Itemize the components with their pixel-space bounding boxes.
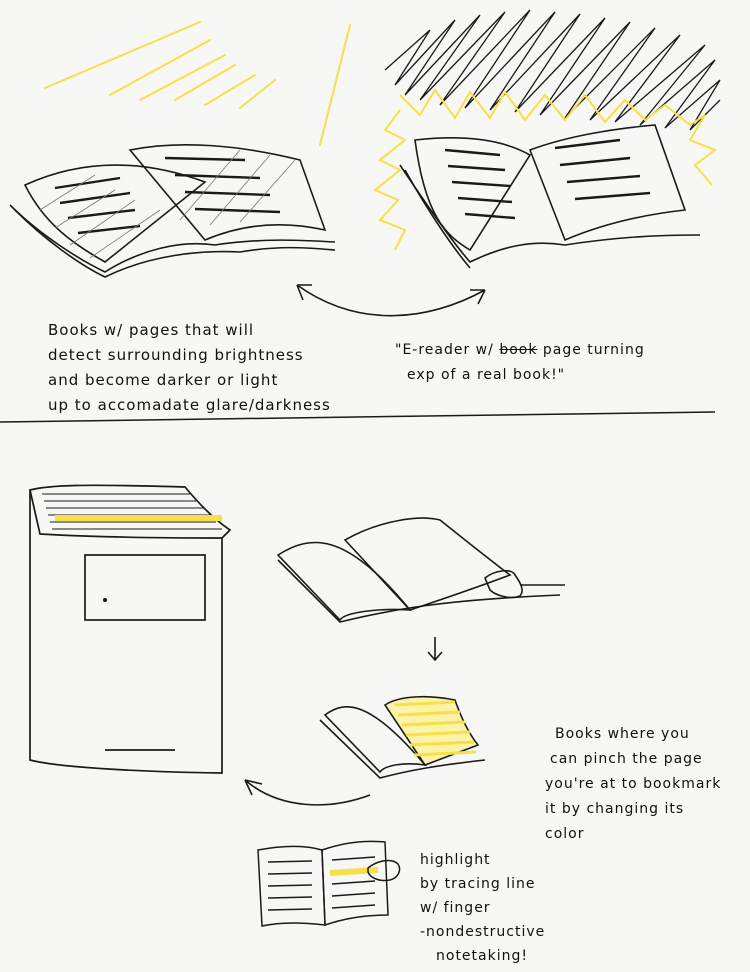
sun-rays bbox=[44, 21, 351, 146]
caption-line: highlight bbox=[420, 852, 491, 868]
dark-open-book bbox=[9, 143, 336, 278]
caption-line: color bbox=[545, 826, 585, 842]
struck-word: book bbox=[499, 342, 538, 358]
closed-book bbox=[28, 484, 232, 774]
caption-line: can pinch the page bbox=[550, 751, 703, 767]
return-arrow bbox=[244, 779, 371, 806]
caption-prefix: "E-reader w/ bbox=[395, 342, 494, 358]
dark-scribble bbox=[384, 9, 721, 131]
caption-line: Books w/ pages that will bbox=[48, 321, 255, 339]
bookmark-caption: Books where you can pinch the page you'r… bbox=[545, 722, 745, 847]
brightness-caption: Books w/ pages that will detect surround… bbox=[48, 318, 348, 418]
caption-line: notetaking! bbox=[436, 948, 528, 964]
double-arrow bbox=[296, 284, 486, 317]
bookmarked-book bbox=[319, 695, 486, 779]
caption-line: Books where you bbox=[555, 726, 690, 742]
caption-line: and become darker or light bbox=[48, 371, 279, 389]
highlight-book bbox=[257, 840, 401, 927]
caption-line: "E-reader w/ book page turning bbox=[395, 338, 645, 363]
caption-line: by tracing line bbox=[420, 876, 536, 892]
ereader-caption: "E-reader w/ book page turning exp of a … bbox=[395, 338, 645, 388]
caption-line: detect surrounding brightness bbox=[48, 346, 304, 364]
caption-line: w/ finger bbox=[420, 900, 491, 916]
caption-suffix: page turning bbox=[542, 342, 645, 358]
caption-line: it by changing its bbox=[545, 801, 685, 817]
caption-line: you're at to bookmark bbox=[545, 776, 722, 792]
caption-line: exp of a real book!" bbox=[407, 367, 566, 383]
caption-line: up to accomadate glare/darkness bbox=[48, 396, 331, 414]
highlight-caption: highlight by tracing line w/ finger -non… bbox=[420, 848, 620, 968]
bright-open-book bbox=[399, 124, 701, 269]
caption-line: -nondestructive bbox=[420, 924, 546, 940]
glare-zigzag bbox=[373, 88, 718, 251]
pinch-book bbox=[276, 517, 565, 662]
